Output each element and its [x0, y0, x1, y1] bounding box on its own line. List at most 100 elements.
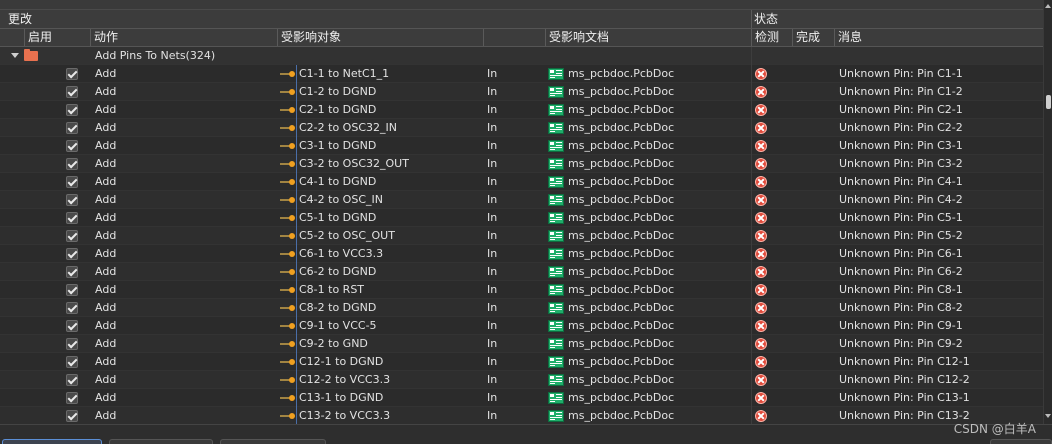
pcb-document-icon [548, 302, 564, 314]
column-done[interactable]: 完成 [792, 29, 834, 46]
status-divider [751, 101, 752, 119]
message-cell: Unknown Pin: Pin C12-2 [839, 373, 970, 386]
table-row[interactable]: Add C12-1 to DGND In ms_pcbdoc.PcbDoc Unknow… [0, 353, 1043, 371]
message-cell: Unknown Pin: Pin C1-2 [839, 85, 963, 98]
table-row[interactable]: Add C3-1 to DGND In ms_pcbdoc.PcbDoc Unknown… [0, 137, 1043, 155]
bottom-button-3[interactable] [220, 439, 326, 444]
direction-cell: In [487, 355, 498, 368]
direction-cell: In [487, 247, 498, 260]
group-row-add-pins[interactable]: Add Pins To Nets(324) [0, 47, 1043, 65]
action-cell: Add [95, 409, 117, 422]
pcb-document-icon [548, 212, 564, 224]
enable-checkbox[interactable] [66, 302, 78, 314]
row-divider [296, 191, 297, 209]
action-cell: Add [95, 247, 117, 260]
affected-object-cell: C13-2 to VCC3.3 [299, 409, 391, 422]
enable-checkbox[interactable] [66, 266, 78, 278]
scroll-up-arrow-icon[interactable] [1045, 4, 1051, 8]
affected-document-cell: ms_pcbdoc.PcbDoc [568, 103, 675, 116]
bottom-button-4[interactable] [990, 439, 1052, 444]
direction-cell: In [487, 229, 498, 242]
table-row[interactable]: Add C4-1 to DGND In ms_pcbdoc.PcbDoc Unknown… [0, 173, 1043, 191]
enable-checkbox[interactable] [66, 122, 78, 134]
column-enable[interactable]: 启用 [24, 29, 90, 46]
table-row[interactable]: Add C2-2 to OSC32_IN In ms_pcbdoc.PcbDoc Unk… [0, 119, 1043, 137]
table-row[interactable]: Add C6-1 to VCC3.3 In ms_pcbdoc.PcbDoc Unkno… [0, 245, 1043, 263]
scrollbar-thumb[interactable] [1046, 95, 1051, 109]
table-row[interactable]: Add C3-2 to OSC32_OUT In ms_pcbdoc.PcbDoc Un… [0, 155, 1043, 173]
enable-checkbox[interactable] [66, 248, 78, 260]
table-row[interactable]: Add C8-1 to RST In ms_pcbdoc.PcbDoc Unknown … [0, 281, 1043, 299]
enable-checkbox[interactable] [66, 338, 78, 350]
table-row[interactable]: Add C13-2 to VCC3.3 In ms_pcbdoc.PcbDoc Unkn… [0, 407, 1043, 424]
pin-icon [280, 359, 295, 365]
column-message[interactable]: 消息 [834, 29, 1043, 46]
enable-checkbox[interactable] [66, 212, 78, 224]
enable-checkbox[interactable] [66, 140, 78, 152]
group-header-changes: 更改 [8, 12, 33, 26]
enable-checkbox[interactable] [66, 410, 78, 422]
enable-checkbox[interactable] [66, 230, 78, 242]
table-row[interactable]: Add C1-2 to DGND In ms_pcbdoc.PcbDoc Unknown… [0, 83, 1043, 101]
table-row[interactable]: Add C5-2 to OSC_OUT In ms_pcbdoc.PcbDoc Unkn… [0, 227, 1043, 245]
status-divider [751, 83, 752, 101]
row-divider [296, 371, 297, 389]
group-header-bar: 更改 状态 [0, 10, 1043, 29]
table-row[interactable]: Add C6-2 to DGND In ms_pcbdoc.PcbDoc Unknown… [0, 263, 1043, 281]
status-divider [751, 137, 752, 155]
table-row[interactable]: Add C5-1 to DGND In ms_pcbdoc.PcbDoc Unknown… [0, 209, 1043, 227]
message-cell: Unknown Pin: Pin C13-1 [839, 391, 970, 404]
status-divider [751, 65, 752, 83]
column-direction[interactable] [483, 29, 545, 46]
vertical-scrollbar[interactable] [1043, 0, 1052, 424]
column-action[interactable]: 动作 [90, 29, 277, 46]
message-cell: Unknown Pin: Pin C2-1 [839, 103, 963, 116]
pin-icon [280, 125, 295, 131]
column-check[interactable]: 检测 [751, 29, 792, 46]
row-divider [296, 155, 297, 173]
table-row[interactable]: Add C4-2 to OSC_IN In ms_pcbdoc.PcbDoc Unkno… [0, 191, 1043, 209]
error-icon [755, 374, 767, 386]
table-row[interactable]: Add C8-2 to DGND In ms_pcbdoc.PcbDoc Unknown… [0, 299, 1043, 317]
watermark: CSDN @白羊A [953, 422, 1036, 436]
table-row[interactable]: Add C2-1 to DGND In ms_pcbdoc.PcbDoc Unknown… [0, 101, 1043, 119]
scroll-down-arrow-icon[interactable] [1045, 414, 1051, 418]
pcb-document-icon [548, 194, 564, 206]
table-row[interactable]: Add C13-1 to DGND In ms_pcbdoc.PcbDoc Unknow… [0, 389, 1043, 407]
row-divider [296, 281, 297, 299]
collapse-arrow-icon[interactable] [11, 53, 19, 58]
message-cell: Unknown Pin: Pin C2-2 [839, 121, 963, 134]
message-cell: Unknown Pin: Pin C3-1 [839, 139, 963, 152]
affected-object-cell: C6-1 to VCC3.3 [299, 247, 384, 260]
enable-checkbox[interactable] [66, 392, 78, 404]
table-row[interactable]: Add C9-1 to VCC-5 In ms_pcbdoc.PcbDoc Unknow… [0, 317, 1043, 335]
affected-object-cell: C4-1 to DGND [299, 175, 377, 188]
enable-checkbox[interactable] [66, 68, 78, 80]
bottom-button-1[interactable] [2, 439, 102, 444]
status-divider [751, 335, 752, 353]
group-row-label: Add Pins To Nets(324) [95, 49, 216, 62]
column-affected-document[interactable]: 受影响文档 [545, 29, 751, 46]
enable-checkbox[interactable] [66, 356, 78, 368]
table-row[interactable]: Add C1-1 to NetC1_1 In ms_pcbdoc.PcbDoc Unkn… [0, 65, 1043, 83]
pin-icon [280, 71, 295, 77]
enable-checkbox[interactable] [66, 176, 78, 188]
table-row[interactable]: Add C12-2 to VCC3.3 In ms_pcbdoc.PcbDoc Unkn… [0, 371, 1043, 389]
affected-document-cell: ms_pcbdoc.PcbDoc [568, 391, 675, 404]
row-divider [296, 263, 297, 281]
enable-checkbox[interactable] [66, 194, 78, 206]
enable-checkbox[interactable] [66, 320, 78, 332]
error-icon [755, 392, 767, 404]
enable-checkbox[interactable] [66, 158, 78, 170]
message-cell: Unknown Pin: Pin C9-1 [839, 319, 963, 332]
enable-checkbox[interactable] [66, 284, 78, 296]
enable-checkbox[interactable] [66, 86, 78, 98]
row-divider [296, 209, 297, 227]
enable-checkbox[interactable] [66, 104, 78, 116]
pin-icon [280, 377, 295, 383]
row-divider [296, 389, 297, 407]
column-affected-object[interactable]: 受影响对象 [277, 29, 483, 46]
table-row[interactable]: Add C9-2 to GND In ms_pcbdoc.PcbDoc Unknown … [0, 335, 1043, 353]
bottom-button-2[interactable] [109, 439, 213, 444]
enable-checkbox[interactable] [66, 374, 78, 386]
